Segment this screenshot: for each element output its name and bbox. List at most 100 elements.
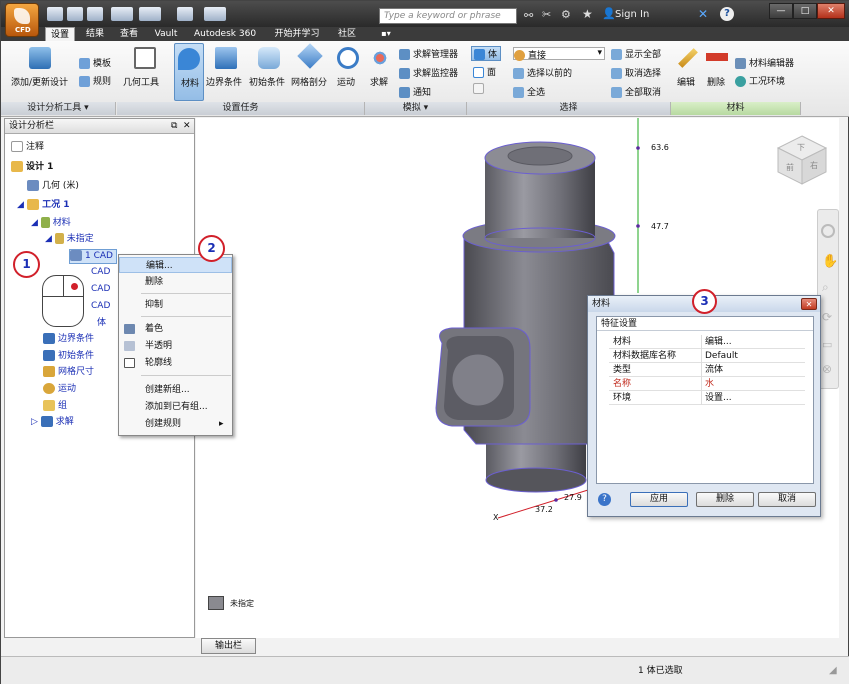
geometry-tools-button[interactable]: 几何工具 [121,45,169,89]
tree-boundary-conditions[interactable]: 边界条件 [43,333,94,346]
menu-item-add-to-group[interactable]: 添加到已有组... [119,399,232,415]
simulate-panel-label[interactable]: 模拟 ▾ [365,102,467,115]
close-panel-icon[interactable]: ✕ [183,119,191,134]
menu-item-create-rule[interactable]: 创建规则 ▸ [119,416,232,432]
face-toggle[interactable]: 面 [471,65,496,78]
tab-results[interactable]: 结果 [81,27,109,41]
tab-autodesk-360[interactable]: Autodesk 360 [189,27,261,41]
tree-initial-conditions[interactable]: 初始条件 [43,350,94,363]
close-button[interactable]: ✕ [817,3,845,19]
boundary-conditions-button[interactable]: 边界条件 [206,45,246,89]
initial-conditions-button[interactable]: 初始条件 [247,45,291,89]
tree-mesh-size[interactable]: 网格尺寸 [43,366,94,379]
pin-icon[interactable]: ⧉ [171,119,177,134]
menu-item-transparent[interactable]: 半透明 [119,338,232,354]
dialog-help-icon[interactable]: ? [598,493,611,506]
user-icon[interactable]: 👤 [602,7,616,20]
orbit-icon[interactable]: ⟳ [822,310,832,324]
rules-button[interactable]: 规则 [79,74,111,87]
design-tools-panel-label[interactable]: 设计分析工具 ▾ [1,102,116,115]
app-menu-button[interactable]: CFD [5,3,39,37]
notify-button[interactable]: 通知 [399,85,431,98]
tree-materials[interactable]: ◢ 材料 [31,217,71,230]
apply-button[interactable]: 应用 [630,492,688,507]
select-previous-button[interactable]: 选择以前的 [513,66,572,79]
tab-extra-dropdown[interactable]: ▪▾ [373,27,399,41]
tree-group[interactable]: 组 [43,400,67,413]
dialog-close-button[interactable]: ✕ [801,298,817,310]
tree-unassigned[interactable]: ◢ 未指定 [45,233,94,246]
zoom-icon[interactable]: ⌕ [822,280,829,295]
select-all-button[interactable]: 全选 [513,85,545,98]
look-icon[interactable]: ▭ [822,338,832,351]
minimize-button[interactable]: — [769,3,793,19]
save-icon[interactable] [67,7,83,21]
menu-item-suppress[interactable]: 抑制 [119,297,232,313]
tree-cad-4[interactable]: CAD [91,300,110,313]
binoculars-icon[interactable]: ⚯ [524,9,533,22]
tab-view[interactable]: 查看 [115,27,143,41]
output-bar-button[interactable]: 输出栏 [201,638,256,654]
mesh-sizing-button[interactable]: 网格剖分 [291,43,333,89]
maximize-button[interactable]: □ [793,3,817,19]
tree-body[interactable]: 体 [97,317,106,330]
solve-manager-button[interactable]: 求解管理器 [399,47,458,60]
redo-icon[interactable] [139,7,161,21]
template-button[interactable]: 模板 [79,56,111,69]
search-input[interactable]: Type a keyword or phrase [379,8,517,24]
open-icon[interactable] [47,7,63,21]
tree-solve[interactable]: ▷ 求解 [31,416,74,429]
menu-item-outline[interactable]: 轮廓线 [119,355,232,371]
tab-community[interactable]: 社区 [333,27,361,41]
resize-grip-icon[interactable]: ◢ [829,665,837,676]
tree-notes[interactable]: 注释 [11,141,44,154]
new-icon[interactable] [177,7,193,21]
tree-design-1[interactable]: 设计 1 [11,161,53,174]
add-update-design-button[interactable]: 添加/更新设计 [7,45,73,89]
print-icon[interactable] [204,7,226,21]
steering-wheel-icon[interactable] [821,224,835,238]
edge-toggle[interactable] [471,83,487,94]
save-as-icon[interactable] [87,7,103,21]
selection-mode-dropdown[interactable]: 直接 ▾ [513,47,605,61]
menu-item-shaded[interactable]: 着色 [119,321,232,337]
tab-setup[interactable]: 设置 [45,27,75,41]
property-row-database[interactable]: 材料数据库名称 Default [609,349,805,363]
tree-cad-1[interactable]: 1 CAD [69,249,117,264]
undo-icon[interactable] [111,7,133,21]
environment-button[interactable]: 工况环境 [735,74,785,87]
connect-icon[interactable]: ⚙ [561,8,571,21]
property-row-name[interactable]: 名称水 [609,377,805,391]
menu-item-create-group[interactable]: 创建新组... [119,382,232,398]
cancel-button[interactable]: 取消 [758,492,816,507]
solve-button[interactable]: 求解 [367,45,393,89]
tree-cad-3[interactable]: CAD [91,283,110,296]
viewcube[interactable]: 下 前 右 [776,134,828,186]
deselect-button[interactable]: 取消选择 [611,66,661,79]
edit-material-button[interactable]: 编辑 [675,45,701,89]
tab-getting-started[interactable]: 开始并学习 [267,27,327,41]
delete-material-button[interactable]: 删除 [703,45,733,89]
pan-icon[interactable]: ✋ [822,254,838,269]
tab-vault[interactable]: Vault [149,27,183,41]
tree-cad-2[interactable]: CAD [91,266,110,279]
property-row-environment[interactable]: 环境 设置... [609,391,805,405]
tree-geometry[interactable]: 几何 (米) [27,180,79,193]
show-all-button[interactable]: 显示全部 [611,47,661,60]
exchange-icon[interactable]: ✕ [698,7,708,21]
favorite-icon[interactable]: ★ [582,7,593,21]
center-icon[interactable]: ⊗ [822,362,832,376]
menu-item-delete[interactable]: 删除 [119,274,232,290]
material-button[interactable]: 材料 [174,43,204,101]
solve-monitor-button[interactable]: 求解监控器 [399,66,458,79]
material-editor-button[interactable]: 材料编辑器 [735,56,794,69]
motion-button[interactable]: 运动 [334,45,362,89]
tree-motion[interactable]: 运动 [43,383,76,396]
body-toggle[interactable]: 体 [471,46,501,61]
sign-in-link[interactable]: Sign In [615,9,649,20]
tree-scenario-1[interactable]: ◢ 工况 1 [17,199,69,212]
deselect-all-button[interactable]: 全部取消 [611,85,661,98]
help-icon[interactable]: ? [720,7,734,21]
tools-icon[interactable]: ✂ [542,8,551,21]
delete-button[interactable]: 删除 [696,492,754,507]
